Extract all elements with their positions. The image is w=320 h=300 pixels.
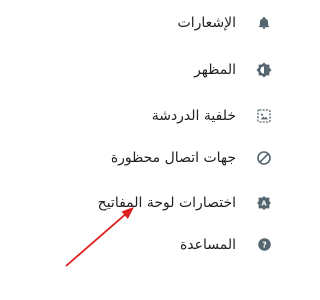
menu-item-label: اختصارات لوحة المفاتيح — [97, 194, 236, 211]
menu-item-theme[interactable]: المظهر — [0, 47, 288, 92]
menu-item-keyboard-shortcuts[interactable]: A اختصارات لوحة المفاتيح — [0, 180, 288, 225]
menu-item-blocked-contacts[interactable]: جهات اتصال محظورة — [0, 135, 288, 180]
menu-item-label: جهات اتصال محظورة — [110, 149, 236, 166]
menu-item-label: المساعدة — [179, 236, 236, 253]
keyboard-shortcuts-icon: A — [256, 195, 272, 211]
help-icon: ? — [256, 237, 272, 253]
menu-item-notifications[interactable]: الإشعارات — [0, 0, 288, 45]
svg-text:?: ? — [262, 239, 267, 249]
menu-item-label: خلفية الدردشة — [151, 107, 236, 124]
wallpaper-icon — [256, 108, 272, 124]
block-icon — [256, 150, 272, 166]
menu-item-label: المظهر — [194, 61, 236, 78]
menu-item-chat-wallpaper[interactable]: خلفية الدردشة — [0, 93, 288, 138]
brightness-icon — [256, 61, 272, 78]
menu-item-label: الإشعارات — [177, 14, 236, 31]
svg-text:A: A — [261, 199, 267, 207]
bell-icon — [256, 15, 272, 31]
settings-page: الإشعارات المظهر خلفية الدردشة جهات اتصا… — [0, 0, 288, 300]
menu-item-help[interactable]: ? المساعدة — [0, 222, 288, 267]
